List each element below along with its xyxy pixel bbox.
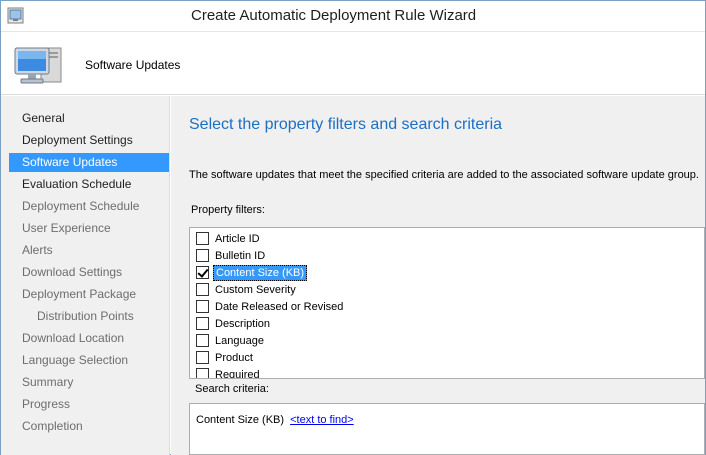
nav-item-language-selection[interactable]: Language Selection [9,351,169,370]
checkbox[interactable] [196,249,209,262]
search-criteria-box: Content Size (KB) <text to find> [189,403,705,455]
checkbox[interactable] [196,334,209,347]
page-description: The software updates that meet the speci… [189,169,699,181]
header-title: Software Updates [85,58,181,72]
criteria-property: Content Size (KB) [196,414,285,426]
filter-label: Description [215,317,271,330]
computer-monitor-icon [14,47,62,84]
checkbox[interactable] [196,317,209,330]
search-criteria-label: Search criteria: [195,383,269,395]
property-filters-label: Property filters: [191,204,265,216]
filter-label: Content Size (KB) [213,264,308,281]
filter-label: Language [215,334,264,347]
filter-item-content-size[interactable]: Content Size (KB) [196,264,676,281]
wizard-window: Create Automatic Deployment Rule Wizard … [0,0,706,455]
wizard-page: Select the property filters and search c… [171,96,705,455]
checkbox-checked[interactable] [196,266,209,279]
page-heading: Select the property filters and search c… [189,116,503,133]
filter-item-required[interactable]: Required [196,366,676,379]
nav-item-deployment-settings[interactable]: Deployment Settings [9,131,169,150]
filter-item-product[interactable]: Product [196,349,676,366]
nav-item-user-experience[interactable]: User Experience [9,219,169,238]
filter-item-description[interactable]: Description [196,315,676,332]
filter-item-language[interactable]: Language [196,332,676,349]
checkbox[interactable] [196,368,209,378]
wizard-nav: General Deployment Settings Software Upd… [1,96,170,455]
property-filters-list[interactable]: Article ID Bulletin ID Content Size (KB)… [189,227,705,379]
nav-item-download-settings[interactable]: Download Settings [9,263,169,282]
nav-item-progress[interactable]: Progress [9,395,169,414]
nav-item-software-updates[interactable]: Software Updates [9,153,169,172]
search-criteria-row: Content Size (KB) <text to find> [196,414,354,426]
nav-item-deployment-package[interactable]: Deployment Package [9,285,169,304]
checkbox[interactable] [196,300,209,313]
filter-item-date-released[interactable]: Date Released or Revised [196,298,676,315]
window-title: Create Automatic Deployment Rule Wizard [191,7,477,24]
nav-item-summary[interactable]: Summary [9,373,169,392]
filter-label: Product [215,351,253,364]
checkbox[interactable] [196,351,209,364]
nav-item-general[interactable]: General [9,109,169,128]
filter-label: Date Released or Revised [215,300,344,313]
nav-item-distribution-points[interactable]: Distribution Points [9,307,169,326]
checkbox[interactable] [196,283,209,296]
filter-item-bulletin-id[interactable]: Bulletin ID [196,247,676,264]
filter-label: Bulletin ID [215,249,266,262]
filter-item-custom-severity[interactable]: Custom Severity [196,281,676,298]
filter-label: Required [215,368,260,379]
nav-item-download-location[interactable]: Download Location [9,329,169,348]
wizard-header: Software Updates [1,32,705,95]
filter-item-article-id[interactable]: Article ID [196,230,676,247]
text-to-find-link[interactable]: <text to find> [290,414,354,426]
nav-item-alerts[interactable]: Alerts [9,241,169,260]
filter-label: Custom Severity [215,283,296,296]
checkbox[interactable] [196,232,209,245]
search-criteria-header: Search criteria: [189,379,705,403]
nav-item-evaluation-schedule[interactable]: Evaluation Schedule [9,175,169,194]
filter-label: Article ID [215,232,260,245]
title-bar: Create Automatic Deployment Rule Wizard [1,1,705,32]
nav-item-completion[interactable]: Completion [9,417,169,436]
nav-item-deployment-schedule[interactable]: Deployment Schedule [9,197,169,216]
